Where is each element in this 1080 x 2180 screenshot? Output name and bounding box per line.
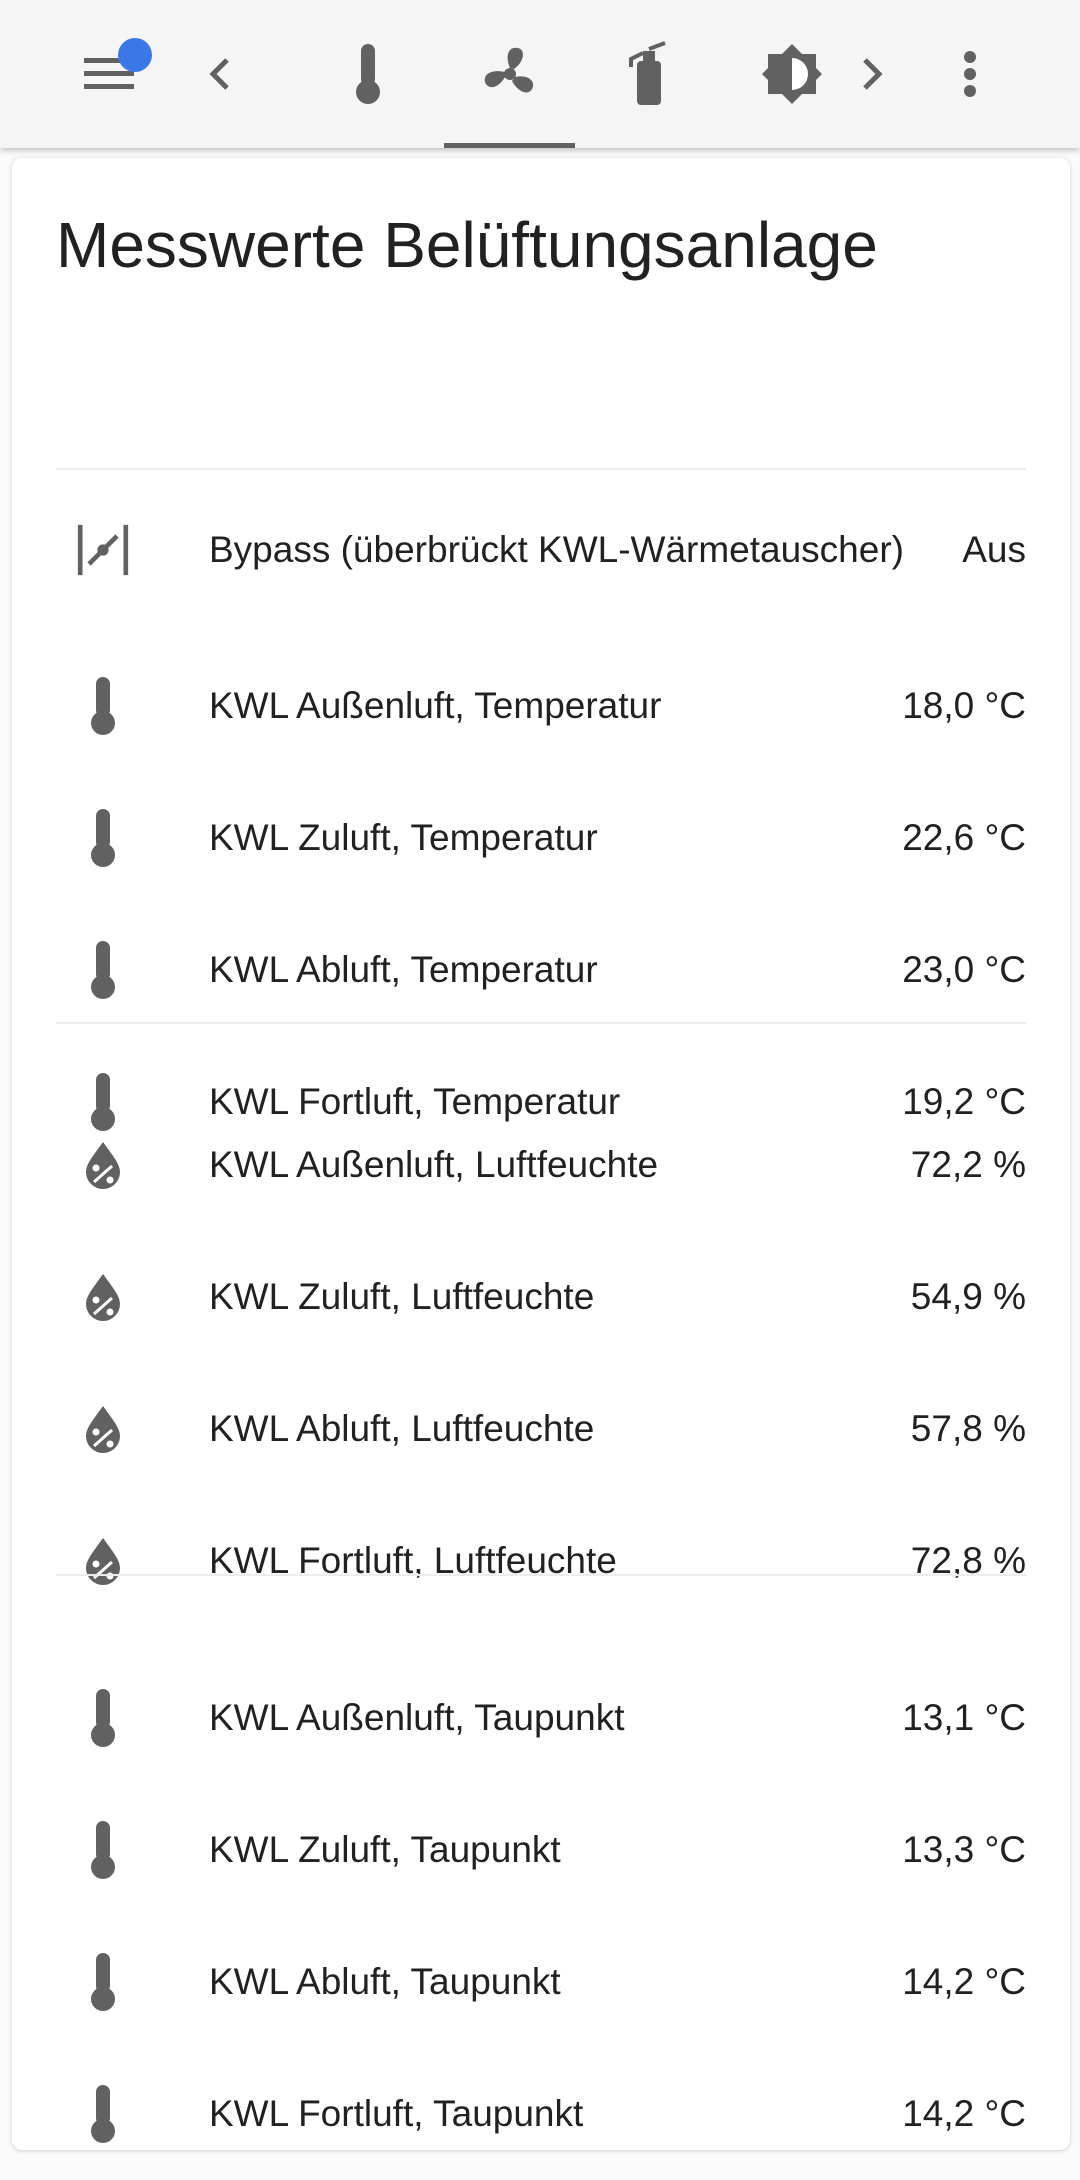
water-percent-icon [76,1534,130,1588]
entity-state: 13,1 °C [902,1697,1026,1738]
valve-icon [76,523,130,577]
scroll-tabs-left-button[interactable] [190,0,250,148]
divider [56,1574,1026,1576]
thermometer-icon [76,1821,130,1879]
water-percent-icon [76,1402,130,1456]
entity-row-dewpoint[interactable]: KWL Fortluft, Taupunkt 14,2 °C [12,2048,1070,2180]
water-percent-icon [76,1270,130,1324]
entity-row-temperature[interactable]: KWL Abluft, Temperatur 23,0 °C [12,904,1070,1036]
entity-row-humidity[interactable]: KWL Fortluft, Luftfeuchte 72,8 % [12,1495,1070,1627]
card-title: Messwerte Belüftungsanlage [56,209,878,281]
chevron-left-icon [205,54,235,94]
entity-row-dewpoint[interactable]: KWL Abluft, Taupunkt 14,2 °C [12,1916,1070,2048]
entity-state: 72,8 % [910,1540,1026,1581]
entity-label: KWL Fortluft, Taupunkt [209,2093,584,2134]
entity-row-humidity[interactable]: KWL Außenluft, Luftfeuchte 72,2 % [12,1099,1070,1231]
tab-brightness[interactable] [742,0,842,148]
entity-state: 54,9 % [910,1276,1026,1317]
entity-state: 23,0 °C [902,949,1026,990]
divider [56,468,1026,470]
entity-label: KWL Außenluft, Taupunkt [209,1697,625,1738]
entity-row-temperature[interactable]: KWL Außenluft, Temperatur 18,0 °C [12,640,1070,772]
entity-state: Aus [962,529,1026,570]
entity-label: KWL Abluft, Luftfeuchte [209,1408,595,1449]
entity-state: 18,0 °C [902,685,1026,726]
fan-icon [480,44,540,104]
entity-row-humidity[interactable]: KWL Zuluft, Luftfeuchte 54,9 % [12,1231,1070,1363]
entity-label: Bypass (überbrückt KWL-Wärmetauscher) [209,529,904,570]
brightness-icon [760,42,824,106]
entity-state: 57,8 % [910,1408,1026,1449]
entity-row-dewpoint[interactable]: KWL Außenluft, Taupunkt 13,1 °C [12,1652,1070,1784]
active-tab-indicator [444,143,575,148]
thermometer-icon [76,1689,130,1747]
notification-badge [118,38,152,72]
entity-state: 14,2 °C [902,1961,1026,2002]
thermometer-icon [76,677,130,735]
tab-fire-extinguisher[interactable] [600,0,700,148]
scroll-tabs-right-button[interactable] [842,0,902,148]
thermometer-icon [76,809,130,867]
water-percent-icon [76,1138,130,1192]
measurements-card: Messwerte Belüftungsanlage Bypass (überb… [12,158,1070,2150]
top-toolbar [0,0,1080,148]
entity-state: 14,2 °C [902,2093,1026,2134]
thermometer-icon [351,42,385,106]
entity-label: KWL Zuluft, Luftfeuchte [209,1276,595,1317]
fire-extinguisher-icon [625,41,675,107]
entity-label: KWL Fortluft, Luftfeuchte [209,1540,617,1581]
entity-state: 22,6 °C [902,817,1026,858]
entity-label: KWL Außenluft, Temperatur [209,685,662,726]
entity-label: KWL Zuluft, Temperatur [209,817,598,858]
entity-state: 13,3 °C [902,1829,1026,1870]
entity-state: 72,2 % [910,1144,1026,1185]
entity-label: KWL Abluft, Temperatur [209,949,598,990]
tab-temperature[interactable] [318,0,418,148]
thermometer-icon [76,2085,130,2143]
tab-ventilation[interactable] [444,0,575,148]
divider [56,1022,1026,1024]
entity-label: KWL Außenluft, Luftfeuchte [209,1144,659,1185]
thermometer-icon [76,941,130,999]
chevron-right-icon [857,54,887,94]
overflow-menu-button[interactable] [940,0,1000,148]
entity-row-dewpoint[interactable]: KWL Zuluft, Taupunkt 13,3 °C [12,1784,1070,1916]
more-vert-icon [963,51,977,97]
entity-row-temperature[interactable]: KWL Zuluft, Temperatur 22,6 °C [12,772,1070,904]
entity-row-humidity[interactable]: KWL Abluft, Luftfeuchte 57,8 % [12,1363,1070,1495]
thermometer-icon [76,1953,130,2011]
menu-button[interactable] [60,0,160,148]
entity-row-bypass[interactable]: Bypass (überbrückt KWL-Wärmetauscher) Au… [12,484,1070,616]
entity-label: KWL Abluft, Taupunkt [209,1961,561,2002]
entity-label: KWL Zuluft, Taupunkt [209,1829,561,1870]
